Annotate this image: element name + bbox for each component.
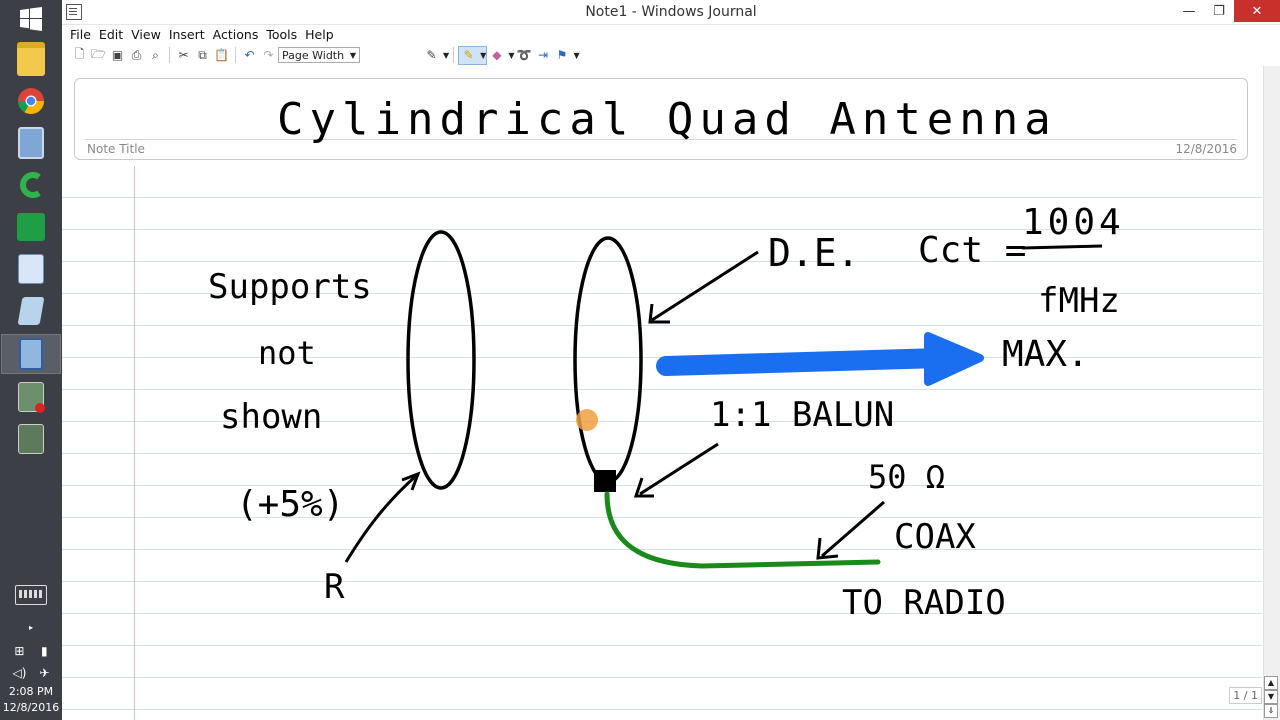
copy-icon[interactable]: ⧉ — [194, 47, 211, 64]
menu-view[interactable]: View — [127, 27, 165, 42]
airplane-icon[interactable]: ✈ — [39, 666, 49, 680]
clock-time[interactable]: 2:08 PM — [0, 684, 62, 700]
spreadsheet-icon[interactable] — [11, 208, 51, 246]
flag-dropdown-icon[interactable]: ▼ — [573, 51, 579, 60]
eraser-dropdown-icon[interactable]: ▼ — [508, 51, 514, 60]
open-icon[interactable]: 🗁 — [90, 47, 107, 64]
toolbar: 🗋 🗁 ▣ ⎙ ⌕ ✂ ⧉ 📋 ↶ ↷ Page Width ▼ ✎ ▼ ✎ ▼ ◆… — [62, 43, 1280, 68]
handwritten-plus5: (+5%) — [236, 484, 344, 525]
insert-space-icon[interactable]: ⇥ — [534, 47, 551, 64]
redo-icon[interactable]: ↷ — [260, 47, 277, 64]
reflector-loop — [406, 230, 476, 490]
page-indicator: 1 / 1 — [1229, 687, 1262, 704]
menu-actions[interactable]: Actions — [209, 27, 263, 42]
journal-window: Note1 - Windows Journal — ❐ ✕ File Edit … — [62, 0, 1280, 720]
note-page[interactable]: Note Title 12/8/2016 Cylindrical Quad An… — [62, 66, 1280, 720]
window-title: Note1 - Windows Journal — [585, 4, 757, 20]
formula-denominator: fMHz — [1038, 281, 1120, 321]
network-icon[interactable]: ⊞ — [14, 644, 24, 658]
vertical-scrollbar[interactable]: ▲ ▼ ⇓ — [1263, 66, 1280, 720]
tray-expand-icon[interactable]: ▸ — [0, 623, 62, 632]
calculator-icon[interactable] — [11, 124, 51, 162]
handwritten-max: MAX. — [1002, 334, 1089, 375]
journal-app-icon[interactable] — [66, 4, 82, 20]
terminal-icon[interactable] — [11, 420, 51, 458]
chevron-down-icon: ▼ — [349, 50, 356, 60]
windows-start-icon[interactable] — [0, 0, 62, 38]
save-icon[interactable]: ▣ — [109, 47, 126, 64]
menu-help[interactable]: Help — [301, 27, 338, 42]
system-tray: ▸ ⊞ ▮ ◁) ✈ 2:08 PM 12/8/2016 — [0, 585, 62, 720]
max-direction-arrow — [656, 348, 952, 376]
new-note-icon[interactable]: 🗋 — [71, 47, 88, 64]
lasso-icon[interactable]: ➰ — [515, 47, 532, 64]
menu-insert[interactable]: Insert — [165, 27, 209, 42]
find-icon[interactable]: ⌕ — [147, 47, 164, 64]
taskbar: ▸ ⊞ ▮ ◁) ✈ 2:08 PM 12/8/2016 — [0, 0, 62, 720]
formula-lhs: Cct = — [918, 230, 1026, 271]
cut-icon[interactable]: ✂ — [175, 47, 192, 64]
paste-icon[interactable]: 📋 — [213, 47, 230, 64]
notepad-icon[interactable] — [11, 292, 51, 330]
handwritten-shown: shown — [220, 397, 322, 437]
highlighter-icon: ✎ — [463, 48, 474, 62]
menu-tools[interactable]: Tools — [262, 27, 301, 42]
chrome-icon[interactable] — [11, 82, 51, 120]
recorder-icon[interactable] — [11, 378, 51, 416]
ink-drawing[interactable]: Cylindrical Quad Antenna Supports not sh… — [62, 66, 1262, 720]
pen-cursor — [576, 409, 598, 431]
handwritten-to-radio: TO RADIO — [842, 583, 1006, 623]
flag-icon[interactable]: ⚑ — [553, 47, 570, 64]
minimize-icon[interactable]: — — [1174, 0, 1204, 22]
wordpad-icon[interactable] — [11, 250, 51, 288]
highlighter-tool-button[interactable]: ✎ ▼ — [458, 45, 488, 65]
page-down-icon[interactable]: ▼ — [1264, 690, 1278, 704]
balun-block — [594, 470, 616, 492]
handwritten-r: R — [324, 567, 345, 607]
clock-date[interactable]: 12/8/2016 — [0, 700, 62, 716]
handwritten-de: D.E. — [768, 231, 860, 275]
handwritten-coax: COAX — [894, 517, 976, 557]
journal-icon[interactable] — [1, 334, 61, 374]
close-icon[interactable]: ✕ — [1234, 0, 1280, 22]
handwritten-supports: Supports — [208, 267, 372, 307]
battery-icon[interactable]: ▮ — [41, 644, 48, 658]
handwritten-50-ohm: 50 Ω — [868, 458, 945, 496]
camtasia-icon[interactable] — [11, 166, 51, 204]
print-icon[interactable]: ⎙ — [128, 47, 145, 64]
menu-bar: File Edit View Insert Actions Tools Help — [62, 25, 1280, 43]
page-up-icon[interactable]: ▲ — [1264, 676, 1278, 690]
zoom-select[interactable]: Page Width ▼ — [278, 47, 360, 63]
menu-edit[interactable]: Edit — [95, 27, 127, 42]
undo-icon[interactable]: ↶ — [241, 47, 258, 64]
handwritten-title: Cylindrical Quad Antenna — [277, 94, 1057, 145]
highlighter-dropdown-icon[interactable]: ▼ — [480, 51, 486, 60]
next-page-icon[interactable]: ⇓ — [1264, 704, 1278, 718]
file-explorer-icon[interactable] — [11, 40, 51, 78]
pen-icon: ✎ — [426, 48, 437, 62]
formula-numerator: 1004 — [1022, 202, 1125, 243]
handwritten-balun: 1:1 BALUN — [710, 395, 894, 435]
eraser-icon[interactable]: ◆ — [488, 47, 505, 64]
zoom-value: Page Width — [282, 48, 345, 62]
pen-tool-button[interactable]: ✎ ▼ — [422, 47, 449, 64]
title-bar[interactable]: Note1 - Windows Journal — ❐ ✕ — [62, 0, 1280, 25]
handwritten-not: not — [258, 334, 316, 372]
driven-element-loop — [573, 236, 643, 484]
pen-dropdown-icon[interactable]: ▼ — [443, 51, 449, 60]
menu-file[interactable]: File — [66, 27, 95, 42]
restore-icon[interactable]: ❐ — [1204, 0, 1234, 22]
touch-keyboard-icon[interactable] — [15, 585, 47, 605]
volume-icon[interactable]: ◁) — [13, 666, 27, 680]
